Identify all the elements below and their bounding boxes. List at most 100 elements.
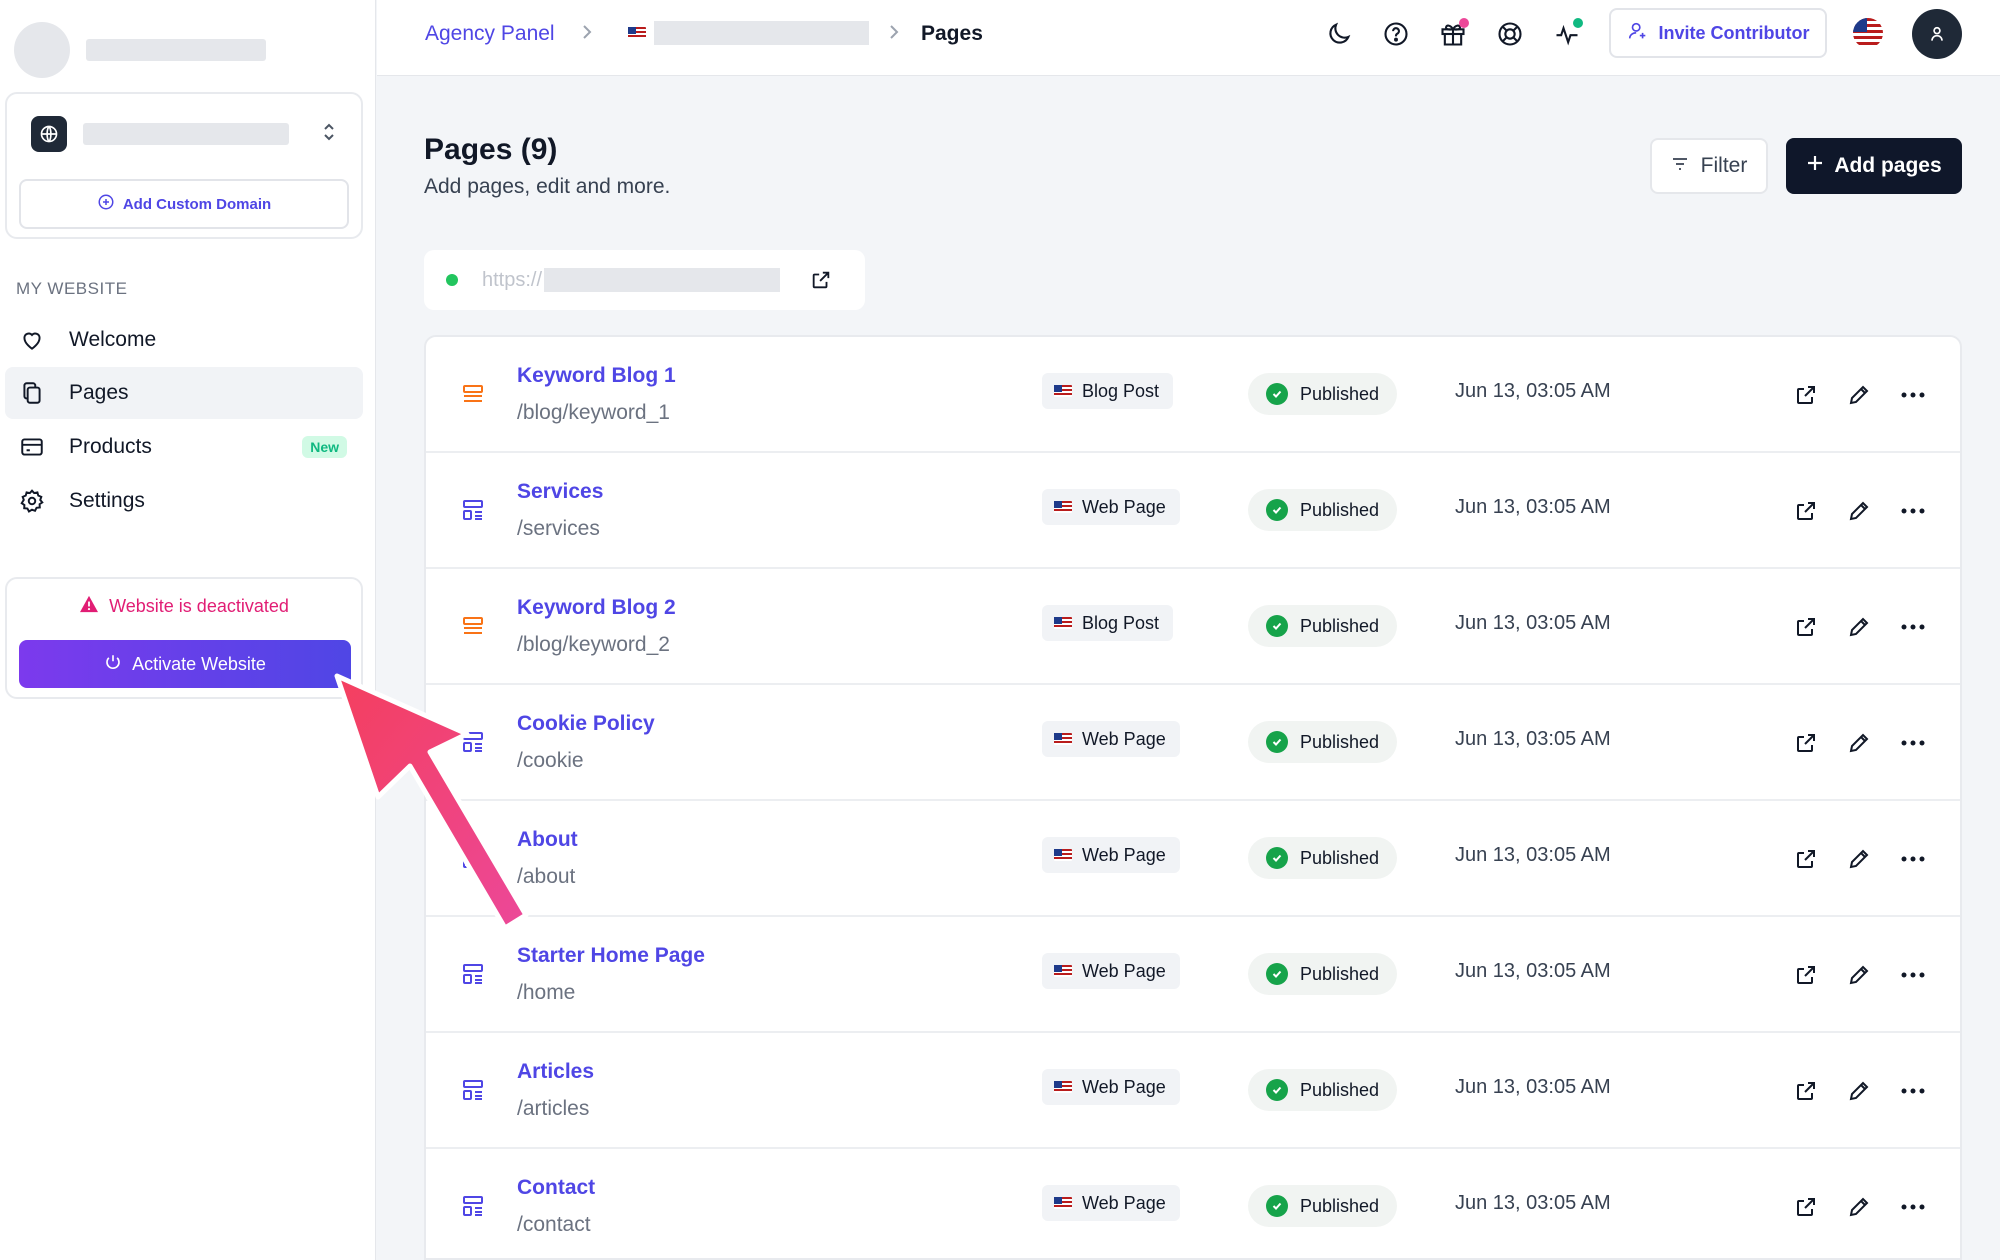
account-name-redacted — [86, 39, 266, 61]
table-row[interactable]: About /about Web Page Published Jun 13, … — [426, 801, 1960, 917]
breadcrumb-current-page: Pages — [921, 22, 983, 45]
table-row[interactable]: Keyword Blog 2 /blog/keyword_2 Blog Post… — [426, 569, 1960, 685]
sidebar-item-welcome[interactable]: Welcome — [5, 314, 363, 366]
chevron-updown-icon — [321, 121, 337, 148]
page-type-tag: Web Page — [1042, 489, 1180, 525]
check-circle-icon — [1266, 963, 1288, 985]
status-label: Published — [1300, 963, 1380, 984]
status-label: Published — [1300, 1195, 1380, 1216]
page-type-label: Blog Post — [1082, 380, 1160, 401]
activity-icon[interactable] — [1549, 16, 1585, 52]
more-options-icon[interactable] — [1899, 845, 1927, 873]
filter-button[interactable]: Filter — [1650, 138, 1768, 194]
breadcrumb-agency-panel[interactable]: Agency Panel — [425, 22, 555, 46]
sidebar-item-label: Welcome — [69, 328, 157, 351]
support-icon[interactable] — [1492, 16, 1528, 52]
edit-icon[interactable] — [1845, 1193, 1873, 1221]
external-link-icon[interactable] — [1792, 845, 1820, 873]
invite-contributor-button[interactable]: Invite Contributor — [1609, 8, 1827, 58]
page-type-tag: Blog Post — [1042, 605, 1174, 641]
page-subtitle: Add pages, edit and more. — [424, 175, 671, 198]
notification-dot — [1459, 18, 1469, 28]
check-circle-icon — [1266, 731, 1288, 753]
blog-post-icon — [462, 615, 484, 642]
table-row[interactable]: Contact /contact Web Page Published Jun … — [426, 1149, 1960, 1258]
status-badge: Published — [1248, 489, 1398, 531]
page-title: Pages (9) — [424, 133, 558, 166]
page-type-tag: Web Page — [1042, 837, 1180, 873]
external-link-icon[interactable] — [1792, 729, 1820, 757]
warning-icon — [79, 595, 99, 618]
us-flag-icon — [1054, 1081, 1072, 1093]
us-flag-icon — [1054, 385, 1072, 397]
add-pages-button[interactable]: Add pages — [1786, 138, 1962, 194]
page-type-label: Web Page — [1082, 728, 1166, 749]
website-selector-card: Add Custom Domain — [5, 92, 363, 239]
external-link-icon[interactable] — [1792, 497, 1820, 525]
external-link-icon[interactable] — [810, 269, 832, 291]
breadcrumb-website-redacted[interactable] — [654, 21, 869, 45]
table-row[interactable]: Services /services Web Page Published Ju… — [426, 453, 1960, 569]
edit-icon[interactable] — [1845, 1077, 1873, 1105]
more-options-icon[interactable] — [1899, 729, 1927, 757]
more-options-icon[interactable] — [1899, 961, 1927, 989]
more-options-icon[interactable] — [1899, 613, 1927, 641]
page-title-link[interactable]: Contact — [517, 1176, 595, 1200]
sidebar-item-pages[interactable]: Pages — [5, 367, 363, 419]
sidebar-item-label: Products — [69, 435, 152, 458]
sidebar-item-label: Settings — [69, 489, 145, 512]
page-title-link[interactable]: Keyword Blog 2 — [517, 596, 676, 620]
page-title-link[interactable]: Services — [517, 480, 603, 504]
external-link-icon[interactable] — [1792, 613, 1820, 641]
status-label: Published — [1300, 1079, 1380, 1100]
add-custom-domain-button[interactable]: Add Custom Domain — [19, 179, 349, 229]
edit-icon[interactable] — [1845, 497, 1873, 525]
language-flag-icon[interactable] — [1853, 18, 1883, 48]
edit-icon[interactable] — [1845, 381, 1873, 409]
table-row[interactable]: Starter Home Page /home Web Page Publish… — [426, 917, 1960, 1033]
gift-icon[interactable] — [1435, 16, 1471, 52]
more-options-icon[interactable] — [1899, 381, 1927, 409]
status-badge: Published — [1248, 605, 1398, 647]
status-badge: Published — [1248, 953, 1398, 995]
table-row[interactable]: Cookie Policy /cookie Web Page Published… — [426, 685, 1960, 801]
web-page-icon — [462, 963, 484, 990]
website-selector[interactable] — [7, 94, 361, 174]
sidebar-item-products[interactable]: Products New — [5, 421, 363, 473]
table-row[interactable]: Keyword Blog 1 /blog/keyword_1 Blog Post… — [426, 337, 1960, 453]
sidebar-item-settings[interactable]: Settings — [5, 475, 363, 527]
page-slug: /articles — [517, 1097, 590, 1120]
page-title-link[interactable]: Keyword Blog 1 — [517, 364, 676, 388]
add-custom-domain-label: Add Custom Domain — [122, 195, 272, 213]
edit-icon[interactable] — [1845, 729, 1873, 757]
external-link-icon[interactable] — [1792, 381, 1820, 409]
top-bar: Agency Panel Pages Invite Contributor — [377, 0, 2000, 76]
external-link-icon[interactable] — [1792, 1077, 1820, 1105]
external-link-icon[interactable] — [1792, 961, 1820, 989]
external-link-icon[interactable] — [1792, 1193, 1820, 1221]
globe-icon — [31, 116, 67, 152]
account-header[interactable] — [0, 0, 375, 100]
plus-circle-icon — [97, 193, 115, 215]
status-label: Published — [1300, 847, 1380, 868]
us-flag-icon — [1054, 501, 1072, 513]
page-slug: /contact — [517, 1213, 591, 1236]
more-options-icon[interactable] — [1899, 497, 1927, 525]
table-row[interactable]: Articles /articles Web Page Published Ju… — [426, 1033, 1960, 1149]
online-status-dot — [446, 274, 458, 286]
more-options-icon[interactable] — [1899, 1193, 1927, 1221]
edit-icon[interactable] — [1845, 961, 1873, 989]
status-badge: Published — [1248, 373, 1398, 415]
moon-icon[interactable] — [1321, 16, 1357, 52]
more-options-icon[interactable] — [1899, 1077, 1927, 1105]
page-title-link[interactable]: Starter Home Page — [517, 944, 705, 968]
check-circle-icon — [1266, 615, 1288, 637]
edit-icon[interactable] — [1845, 613, 1873, 641]
activate-website-button[interactable]: Activate Website — [19, 640, 351, 688]
sidebar-item-label: Pages — [69, 381, 129, 404]
edit-icon[interactable] — [1845, 845, 1873, 873]
help-icon[interactable] — [1378, 16, 1414, 52]
page-title-link[interactable]: Articles — [517, 1060, 594, 1084]
user-avatar[interactable] — [1912, 9, 1962, 59]
check-circle-icon — [1266, 1079, 1288, 1101]
